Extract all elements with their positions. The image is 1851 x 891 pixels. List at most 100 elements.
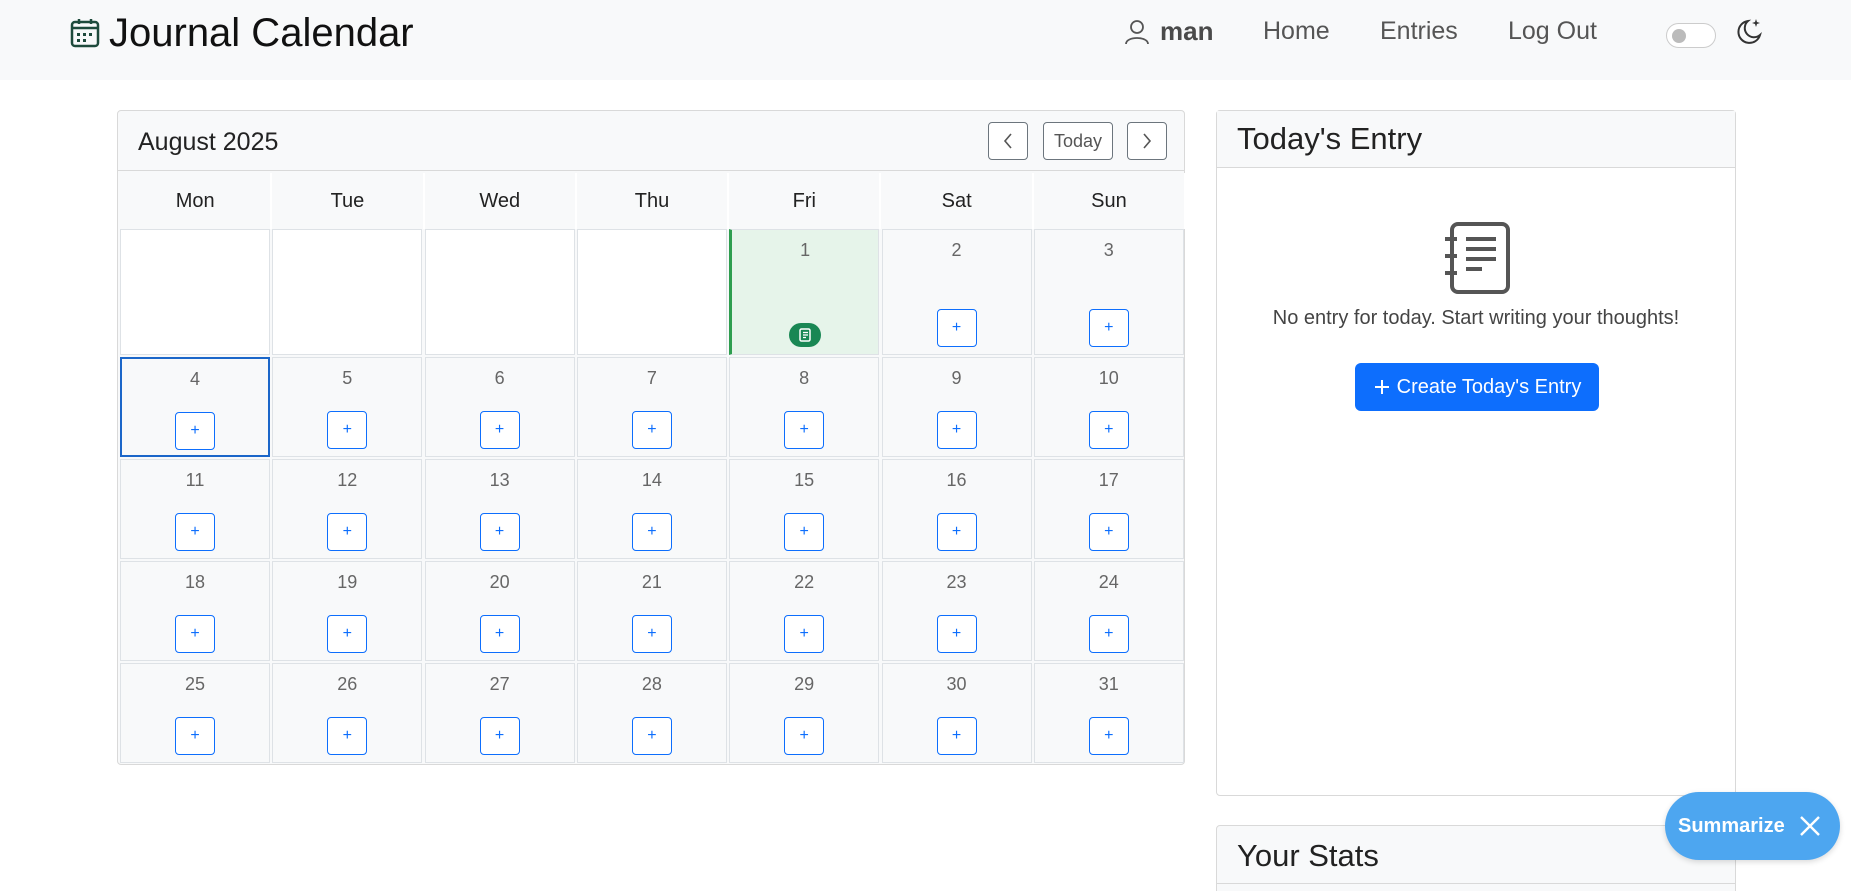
add-entry-button[interactable]: + — [936, 309, 977, 347]
day-cell[interactable]: 24 + — [1033, 561, 1184, 661]
day-cell[interactable]: 7 + — [576, 357, 727, 457]
day-cell[interactable]: 27 + — [424, 663, 575, 763]
day-cell[interactable]: 19 + — [272, 561, 423, 661]
add-entry-button[interactable]: + — [479, 615, 520, 653]
add-entry-button[interactable]: + — [784, 615, 825, 653]
add-entry-button[interactable]: + — [631, 717, 672, 755]
today-button[interactable]: Today — [1043, 122, 1113, 160]
add-entry-button[interactable]: + — [1088, 615, 1129, 653]
day-cell[interactable]: 28 + — [576, 663, 727, 763]
prev-month-button[interactable] — [988, 122, 1028, 160]
day-number: 17 — [1098, 470, 1119, 490]
summarize-button[interactable]: Summarize — [1665, 792, 1840, 860]
add-entry-button[interactable]: + — [936, 411, 977, 449]
day-cell[interactable]: 30 + — [881, 663, 1032, 763]
add-entry-button[interactable]: + — [936, 615, 977, 653]
add-entry-button[interactable]: + — [1088, 309, 1129, 347]
weekday-sat: Sat — [881, 173, 1034, 229]
stats-card: Your Stats — [1216, 825, 1736, 891]
add-entry-button[interactable]: + — [936, 717, 977, 755]
day-number: 21 — [641, 572, 662, 592]
add-entry-button[interactable]: + — [175, 717, 215, 755]
day-cell[interactable]: 10 + — [1033, 357, 1184, 457]
toggle-knob — [1672, 29, 1686, 43]
weekday-sun: Sun — [1034, 173, 1187, 229]
add-entry-button[interactable]: + — [1088, 513, 1129, 551]
add-entry-button[interactable]: + — [327, 615, 368, 653]
add-entry-button[interactable]: + — [784, 717, 825, 755]
day-number: 27 — [489, 674, 510, 694]
day-cell[interactable]: 15 + — [729, 459, 880, 559]
entry-badge[interactable] — [789, 323, 822, 347]
add-entry-button[interactable]: + — [784, 411, 825, 449]
day-cell[interactable]: 14 + — [576, 459, 727, 559]
day-cell[interactable]: 2 + — [881, 229, 1032, 355]
day-number: 11 — [185, 470, 205, 490]
nav-entries-link[interactable]: Entries — [1380, 17, 1458, 46]
next-month-button[interactable] — [1127, 122, 1167, 160]
add-entry-button[interactable]: + — [936, 513, 977, 551]
user-menu[interactable]: man — [1124, 16, 1213, 47]
brand-title: Journal Calendar — [109, 11, 414, 55]
add-entry-button[interactable]: + — [327, 411, 368, 449]
dark-mode-toggle[interactable] — [1666, 23, 1716, 48]
navbar: Journal Calendar man Home Entries Log Ou… — [0, 0, 1851, 80]
calendar-icon — [70, 19, 100, 48]
day-number: 26 — [337, 674, 358, 694]
username: man — [1160, 16, 1214, 46]
day-number: 6 — [494, 368, 505, 388]
add-entry-button[interactable]: + — [479, 513, 520, 551]
day-cell[interactable]: 6 + — [424, 357, 575, 457]
day-number: 22 — [794, 572, 815, 592]
add-entry-button[interactable]: + — [631, 513, 672, 551]
stats-divider — [1217, 883, 1735, 884]
add-entry-button[interactable]: + — [1088, 717, 1129, 755]
day-cell[interactable]: 23 + — [881, 561, 1032, 661]
close-icon[interactable] — [1796, 812, 1824, 840]
day-cell[interactable]: 8 + — [729, 357, 880, 457]
weekday-fri: Fri — [729, 173, 882, 229]
day-cell[interactable]: 26 + — [272, 663, 423, 763]
add-entry-button[interactable]: + — [1088, 411, 1129, 449]
add-entry-button[interactable]: + — [479, 717, 520, 755]
day-cell[interactable]: 20 + — [424, 561, 575, 661]
day-cell[interactable]: 22 + — [729, 561, 880, 661]
nav-logout-link[interactable]: Log Out — [1508, 17, 1597, 46]
day-cell[interactable]: 3 + — [1033, 229, 1184, 355]
add-entry-button[interactable]: + — [784, 513, 825, 551]
empty-day-cell — [576, 229, 727, 355]
day-cell[interactable]: 1 — [729, 229, 880, 355]
day-number: 23 — [946, 572, 967, 592]
day-cell[interactable]: 5 + — [272, 357, 423, 457]
create-entry-button[interactable]: Create Today's Entry — [1355, 363, 1599, 411]
day-cell[interactable]: 4 + — [120, 357, 270, 457]
day-cell[interactable]: 31 + — [1033, 663, 1184, 763]
add-entry-button[interactable]: + — [175, 513, 215, 551]
todays-entry-header: Today's Entry — [1217, 111, 1735, 168]
day-cell[interactable]: 29 + — [729, 663, 880, 763]
add-entry-button[interactable]: + — [631, 615, 672, 653]
day-number: 31 — [1098, 674, 1119, 694]
add-entry-button[interactable]: + — [175, 615, 215, 653]
nav-home-link[interactable]: Home — [1263, 17, 1330, 46]
empty-day-cell — [272, 229, 423, 355]
day-cell[interactable]: 21 + — [576, 561, 727, 661]
day-cell[interactable]: 25 + — [120, 663, 270, 763]
day-cell[interactable]: 13 + — [424, 459, 575, 559]
day-cell[interactable]: 12 + — [272, 459, 423, 559]
day-cell[interactable]: 18 + — [120, 561, 270, 661]
add-entry-button[interactable]: + — [631, 411, 672, 449]
day-number: 16 — [946, 470, 967, 490]
add-entry-button[interactable]: + — [327, 513, 368, 551]
add-entry-button[interactable]: + — [175, 412, 215, 450]
day-cell[interactable]: 9 + — [881, 357, 1032, 457]
summarize-label: Summarize — [1678, 814, 1785, 837]
add-entry-button[interactable]: + — [479, 411, 520, 449]
day-cell[interactable]: 17 + — [1033, 459, 1184, 559]
brand[interactable]: Journal Calendar — [69, 10, 414, 56]
day-cell[interactable]: 11 + — [120, 459, 270, 559]
add-entry-button[interactable]: + — [327, 717, 368, 755]
stats-title: Your Stats — [1237, 838, 1379, 873]
day-cell[interactable]: 16 + — [881, 459, 1032, 559]
day-number: 29 — [794, 674, 815, 694]
